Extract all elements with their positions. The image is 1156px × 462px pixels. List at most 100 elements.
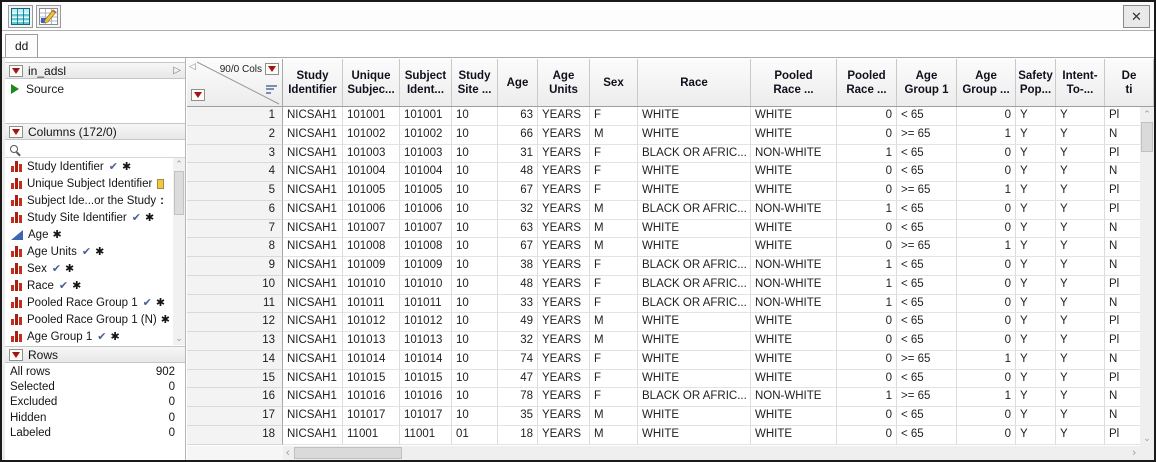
table-cell[interactable]: WHITE [638, 238, 751, 257]
table-cell[interactable]: < 65 [897, 370, 957, 389]
table-cell[interactable]: < 65 [897, 107, 957, 126]
table-cell[interactable]: F [590, 163, 638, 182]
table-cell[interactable]: 0 [837, 332, 897, 351]
table-cell[interactable]: 10 [452, 163, 498, 182]
table-cell[interactable]: 0 [957, 220, 1016, 239]
table-cell[interactable]: NICSAH1 [283, 182, 343, 201]
table-cell[interactable]: 101014 [400, 351, 452, 370]
cols-red-triangle-icon[interactable] [265, 63, 279, 75]
table-cell[interactable]: 0 [837, 370, 897, 389]
scroll-up-icon[interactable]: ⌃ [173, 160, 185, 169]
table-cell[interactable]: 10 [452, 126, 498, 145]
table-cell[interactable]: 101016 [400, 388, 452, 407]
table-cell[interactable]: 101012 [343, 313, 400, 332]
scroll-down-icon[interactable]: ⌄ [1140, 433, 1154, 444]
table-cell[interactable]: Y [1016, 182, 1056, 201]
table-cell[interactable]: 67 [498, 182, 538, 201]
table-cell[interactable]: 101008 [343, 238, 400, 257]
edit-table-toolbar-button[interactable] [36, 5, 61, 28]
row-number-cell[interactable]: 14 [187, 351, 283, 370]
table-cell[interactable]: YEARS [538, 257, 590, 276]
table-cell[interactable]: 101010 [400, 276, 452, 295]
table-cell[interactable]: Y [1056, 238, 1105, 257]
column-list-item[interactable]: Subject Ide...or the Study: [5, 192, 185, 209]
table-cell[interactable]: 38 [498, 257, 538, 276]
column-list-item[interactable]: Pooled Race Group 1✔✱ [5, 294, 185, 311]
table-cell[interactable]: M [590, 332, 638, 351]
table-cell[interactable]: 0 [957, 295, 1016, 314]
column-header[interactable]: Study Site ... [452, 59, 498, 107]
table-cell[interactable]: 101010 [343, 276, 400, 295]
table-cell[interactable]: 0 [837, 238, 897, 257]
table-cell[interactable]: 0 [837, 407, 897, 426]
table-cell[interactable]: NICSAH1 [283, 201, 343, 220]
row-number-cell[interactable]: 11 [187, 295, 283, 314]
table-cell[interactable]: NICSAH1 [283, 407, 343, 426]
row-number-cell[interactable]: 12 [187, 313, 283, 332]
table-cell[interactable]: 101012 [400, 313, 452, 332]
collapse-sidebar-icon[interactable]: ◁ [189, 61, 196, 72]
table-cell[interactable]: WHITE [751, 407, 837, 426]
table-cell[interactable]: >= 65 [897, 388, 957, 407]
table-cell[interactable]: WHITE [638, 426, 751, 445]
table-cell[interactable]: < 65 [897, 313, 957, 332]
row-number-cell[interactable]: 13 [187, 332, 283, 351]
table-cell[interactable]: M [590, 126, 638, 145]
table-cell[interactable]: YEARS [538, 107, 590, 126]
table-cell[interactable]: BLACK OR AFRIC... [638, 388, 751, 407]
table-cell[interactable]: 101014 [343, 351, 400, 370]
column-header[interactable]: Pooled Race ... [751, 59, 837, 107]
table-cell[interactable]: 0 [957, 313, 1016, 332]
table-cell[interactable]: < 65 [897, 145, 957, 164]
table-cell[interactable]: WHITE [638, 220, 751, 239]
table-cell[interactable]: F [590, 182, 638, 201]
table-cell[interactable]: 0 [837, 107, 897, 126]
table-cell[interactable]: 101015 [400, 370, 452, 389]
table-cell[interactable]: NON-WHITE [751, 257, 837, 276]
table-cell[interactable]: 67 [498, 238, 538, 257]
table-cell[interactable]: 32 [498, 201, 538, 220]
table-cell[interactable]: 10 [452, 182, 498, 201]
table-cell[interactable]: Y [1056, 370, 1105, 389]
v-scroll-thumb[interactable] [1141, 122, 1153, 152]
table-cell[interactable]: 101013 [400, 332, 452, 351]
table-cell[interactable]: WHITE [638, 182, 751, 201]
source-item[interactable]: Source [11, 82, 64, 96]
table-cell[interactable]: WHITE [751, 107, 837, 126]
table-cell[interactable]: NICSAH1 [283, 220, 343, 239]
rows-stat-row[interactable]: Labeled0 [5, 426, 185, 441]
table-cell[interactable]: Y [1016, 351, 1056, 370]
table-cell[interactable]: Y [1056, 126, 1105, 145]
table-cell[interactable]: WHITE [638, 332, 751, 351]
table-cell[interactable]: 0 [957, 370, 1016, 389]
column-header[interactable]: Age Units [538, 59, 590, 107]
table-cell[interactable]: NICSAH1 [283, 295, 343, 314]
table-cell[interactable]: M [590, 238, 638, 257]
column-header[interactable]: Unique Subjec... [343, 59, 400, 107]
table-cell[interactable]: YEARS [538, 351, 590, 370]
table-cell[interactable]: WHITE [638, 163, 751, 182]
table-cell[interactable]: < 65 [897, 220, 957, 239]
table-cell[interactable]: WHITE [638, 313, 751, 332]
table-cell[interactable]: Y [1016, 332, 1056, 351]
table-cell[interactable]: NICSAH1 [283, 370, 343, 389]
table-cell[interactable]: 0 [837, 351, 897, 370]
table-cell[interactable]: 1 [957, 238, 1016, 257]
table-cell[interactable]: < 65 [897, 276, 957, 295]
table-cell[interactable]: YEARS [538, 332, 590, 351]
table-cell[interactable]: 33 [498, 295, 538, 314]
table-cell[interactable]: 101013 [343, 332, 400, 351]
column-header[interactable]: Subject Ident... [400, 59, 452, 107]
table-cell[interactable]: 0 [957, 276, 1016, 295]
table-cell[interactable]: F [590, 107, 638, 126]
scrollbar-thumb[interactable] [174, 171, 184, 215]
column-list-item[interactable]: Unique Subject Identifier [5, 175, 185, 192]
table-cell[interactable]: M [590, 201, 638, 220]
table-cell[interactable]: 0 [837, 126, 897, 145]
table-cell[interactable]: NICSAH1 [283, 332, 343, 351]
table-cell[interactable]: 32 [498, 332, 538, 351]
table-cell[interactable]: 101005 [343, 182, 400, 201]
scroll-down-icon[interactable]: ⌄ [173, 334, 185, 343]
table-cell[interactable]: 1 [957, 388, 1016, 407]
table-cell[interactable]: F [590, 276, 638, 295]
